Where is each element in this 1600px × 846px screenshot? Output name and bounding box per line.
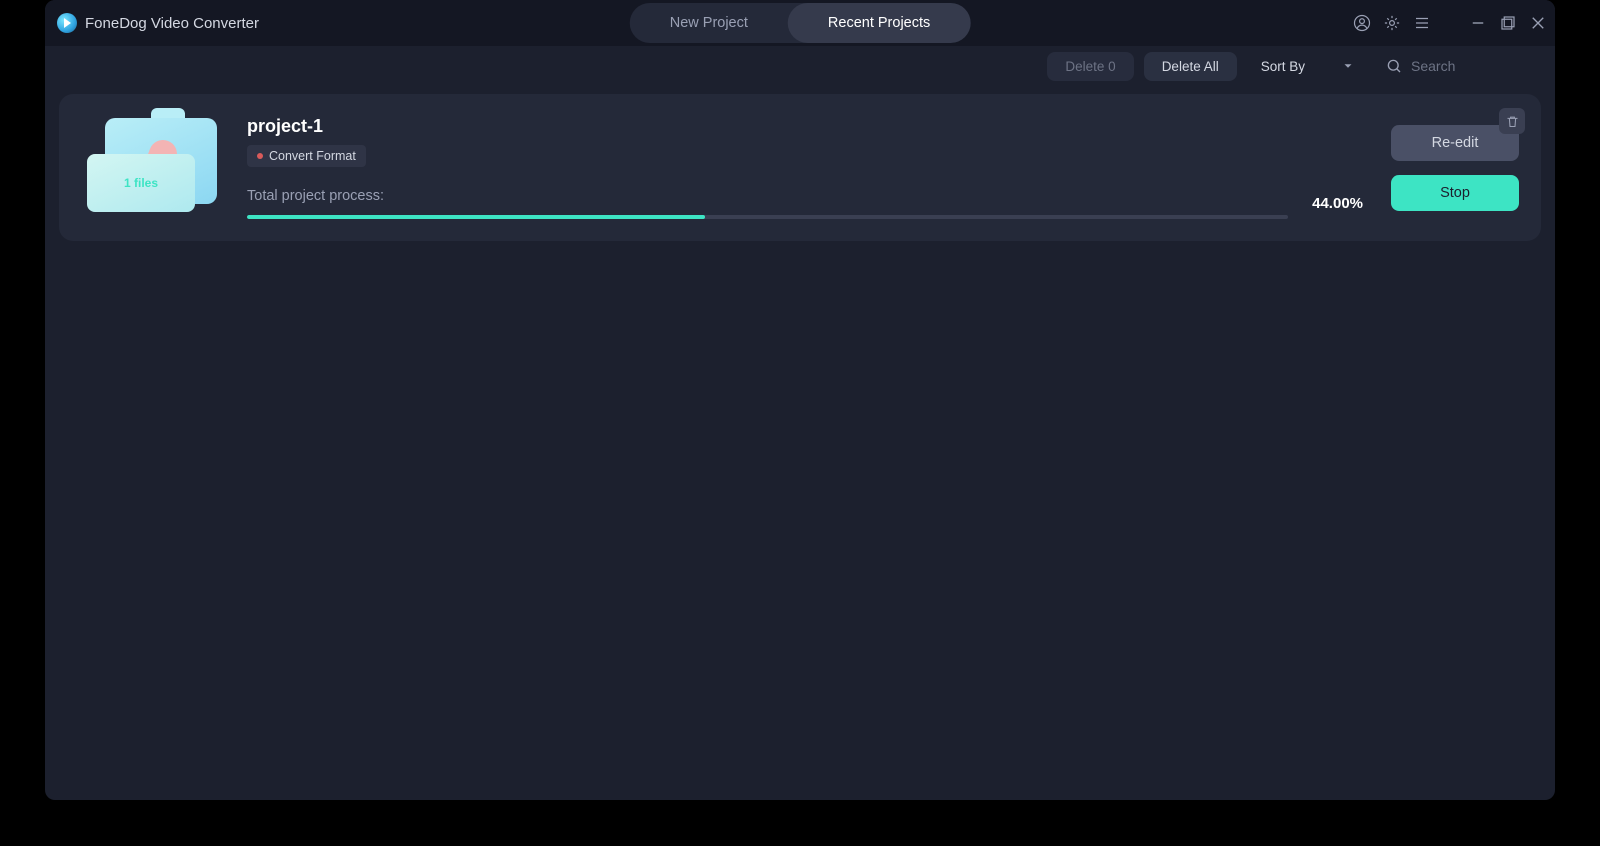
tab-new-project[interactable]: New Project [630, 3, 788, 43]
spacer [1443, 14, 1457, 32]
trash-icon [1505, 114, 1520, 129]
delete-project-button[interactable] [1499, 108, 1525, 134]
window-icons [1353, 14, 1547, 32]
minimize-icon[interactable] [1469, 14, 1487, 32]
search-icon [1385, 57, 1403, 75]
brand: FoneDog Video Converter [57, 13, 259, 33]
search-input[interactable] [1409, 57, 1533, 75]
search-box [1379, 52, 1539, 80]
app-window: FoneDog Video Converter New Project Rece… [45, 0, 1555, 800]
gear-icon[interactable] [1383, 14, 1401, 32]
menu-icon[interactable] [1413, 14, 1431, 32]
project-tag: Convert Format [247, 145, 366, 167]
progress-percent: 44.00% [1312, 195, 1363, 212]
project-thumbnail: 1 files [87, 116, 219, 212]
progress-wrap: Total project process: [247, 187, 1288, 219]
delete-selected-button[interactable]: Delete 0 [1047, 52, 1133, 81]
title-bar: FoneDog Video Converter New Project Rece… [45, 0, 1555, 46]
delete-all-button[interactable]: Delete All [1144, 52, 1237, 81]
project-body: project-1 Convert Format Total project p… [247, 116, 1363, 219]
sort-by-label: Sort By [1261, 59, 1305, 74]
sort-by-dropdown[interactable]: Sort By [1247, 52, 1369, 81]
toolbar: Delete 0 Delete All Sort By [45, 46, 1555, 86]
progress-row: Total project process: 44.00% [247, 187, 1363, 219]
close-icon[interactable] [1529, 14, 1547, 32]
app-title: FoneDog Video Converter [85, 15, 259, 32]
progress-label: Total project process: [247, 188, 384, 204]
stop-button[interactable]: Stop [1391, 175, 1519, 211]
project-card: 1 files project-1 Convert Format Total p… [59, 94, 1541, 241]
user-icon[interactable] [1353, 14, 1371, 32]
maximize-icon[interactable] [1499, 14, 1517, 32]
tab-switch: New Project Recent Projects [630, 3, 971, 43]
progress-bar [247, 215, 1288, 219]
project-name: project-1 [247, 116, 1363, 137]
brand-logo-icon [57, 13, 77, 33]
tab-recent-projects[interactable]: Recent Projects [788, 3, 970, 43]
progress-fill [247, 215, 705, 219]
chevron-down-icon [1341, 59, 1355, 73]
project-file-count: 1 files [124, 176, 158, 190]
